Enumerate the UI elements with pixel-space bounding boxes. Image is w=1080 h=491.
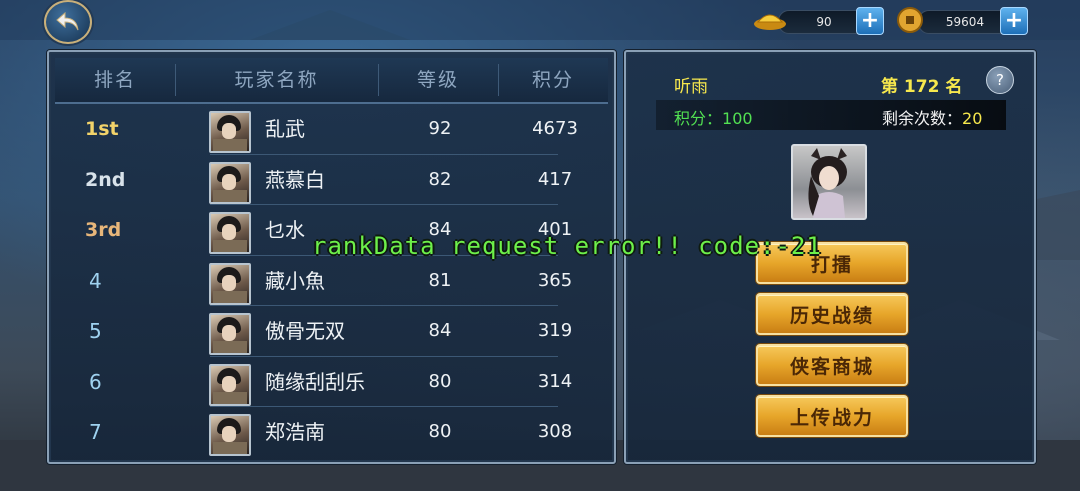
copper-amount: 59604 xyxy=(918,10,1012,34)
player-level: 80 xyxy=(428,370,452,392)
rank-cell: 5 xyxy=(89,319,102,343)
table-row[interactable]: 5 傲骨无双 84 319 xyxy=(55,306,608,357)
self-score-label: 积分： xyxy=(674,109,723,128)
header-level: 等级 xyxy=(416,69,459,91)
gold-ingot-icon xyxy=(754,14,786,30)
player-name: 燕慕白 xyxy=(265,167,325,192)
leaderboard-rows[interactable]: 1st 乱武 92 4673 2nd 燕慕白 82 417 3rd 乜水 84 … xyxy=(55,104,608,458)
player-score: 365 xyxy=(537,269,573,291)
player-score: 417 xyxy=(537,168,573,190)
self-score-value: 100 xyxy=(722,109,753,128)
player-score: 314 xyxy=(537,370,573,392)
table-row[interactable]: 6 随缘刮刮乐 80 314 xyxy=(55,357,608,407)
gold-currency: 90 + xyxy=(752,6,884,35)
back-button[interactable] xyxy=(44,0,92,44)
player-name: 随缘刮刮乐 xyxy=(265,369,365,394)
player-level: 84 xyxy=(428,320,452,341)
back-arrow-icon xyxy=(56,11,79,31)
hero-shop-button[interactable]: 侠客商城 xyxy=(756,344,908,386)
rank-cell: 3rd xyxy=(85,219,122,241)
leaderboard-header: 排名 玩家名称 等级 积分 xyxy=(55,58,608,104)
rank-cell: 4 xyxy=(89,268,102,293)
header-rank: 排名 xyxy=(93,69,136,91)
table-row[interactable]: 7 郑浩南 80 308 xyxy=(55,407,608,458)
player-score: 308 xyxy=(537,421,573,442)
copper-currency: 59604 + xyxy=(896,6,1028,35)
rank-cell: 6 xyxy=(89,369,102,394)
rank-cell: 7 xyxy=(89,420,102,444)
battle-history-button[interactable]: 历史战绩 xyxy=(756,293,908,335)
player-level: 81 xyxy=(428,269,452,291)
header-player-name: 玩家名称 xyxy=(234,69,319,91)
upload-power-button[interactable]: 上传战力 xyxy=(756,395,908,437)
player-name: 藏小魚 xyxy=(265,268,325,293)
player-name: 乜水 xyxy=(265,218,305,242)
avatar[interactable] xyxy=(209,313,251,355)
self-stats-bar: 积分：100 剩余次数：20 xyxy=(656,100,1006,130)
self-score: 积分：100 xyxy=(674,105,753,129)
player-name: 乱武 xyxy=(265,117,305,141)
add-copper-button[interactable]: + xyxy=(1000,7,1028,35)
player-name: 傲骨无双 xyxy=(265,319,345,343)
avatar[interactable] xyxy=(209,212,251,254)
avatar[interactable] xyxy=(209,262,251,305)
table-row[interactable]: 4 藏小魚 81 365 xyxy=(55,256,608,306)
error-message: rankData request error!! code:-21 xyxy=(312,232,822,260)
self-portrait xyxy=(791,144,867,220)
remaining-attempts: 剩余次数：20 xyxy=(882,105,982,129)
table-row[interactable]: 2nd 燕慕白 82 417 xyxy=(55,155,608,205)
avatar[interactable] xyxy=(209,363,251,406)
avatar[interactable] xyxy=(209,111,251,153)
player-level: 92 xyxy=(428,118,452,139)
player-level: 80 xyxy=(428,421,452,442)
player-score: 319 xyxy=(537,320,573,341)
help-button[interactable]: ? xyxy=(986,66,1014,94)
player-name: 郑浩南 xyxy=(265,420,325,444)
player-level: 82 xyxy=(428,168,452,190)
header-score: 积分 xyxy=(531,69,574,91)
remaining-attempts-value: 20 xyxy=(962,109,983,128)
character-portrait-icon xyxy=(808,148,847,218)
rank-cell: 2nd xyxy=(85,168,126,191)
remaining-attempts-label: 剩余次数： xyxy=(882,109,963,128)
avatar[interactable] xyxy=(209,414,251,456)
table-row[interactable]: 1st 乱武 92 4673 xyxy=(55,104,608,155)
self-rank: 第 172 名 xyxy=(881,77,963,97)
rank-cell: 1st xyxy=(85,118,119,140)
add-gold-button[interactable]: + xyxy=(856,7,884,35)
self-player-name: 听雨 xyxy=(674,77,708,97)
player-score: 4673 xyxy=(532,118,578,139)
avatar[interactable] xyxy=(209,161,251,204)
copper-coin-icon xyxy=(897,7,923,33)
